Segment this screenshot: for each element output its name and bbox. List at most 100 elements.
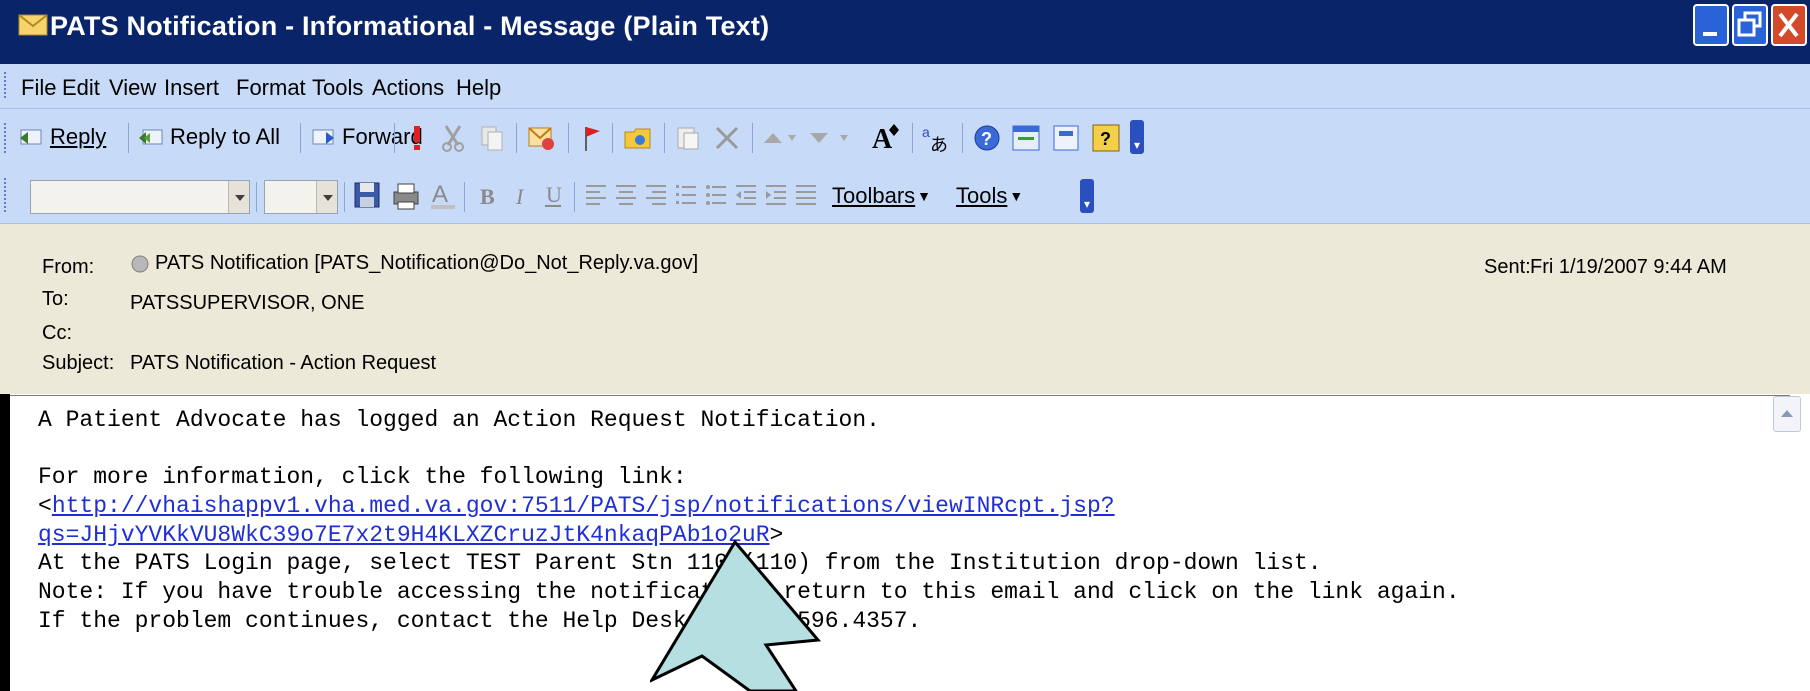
tools-dropdown[interactable]: Tools ▼ xyxy=(956,180,1023,212)
horizontal-line-icon[interactable] xyxy=(794,182,820,210)
delete-icon[interactable] xyxy=(712,123,742,153)
properties-icon[interactable] xyxy=(1010,121,1044,155)
chevron-down-icon[interactable] xyxy=(228,181,249,213)
move-to-folder-icon[interactable] xyxy=(622,122,654,154)
bold-icon[interactable]: B xyxy=(474,180,500,212)
to-label: To: xyxy=(42,288,69,310)
reply-button[interactable]: Reply xyxy=(18,121,106,153)
menu-help[interactable]: Help xyxy=(456,75,501,101)
presence-icon xyxy=(131,255,149,273)
numbered-list-icon[interactable] xyxy=(674,182,700,210)
reply-all-button[interactable]: Reply to All xyxy=(138,121,280,153)
standard-toolbar: Reply Reply to All Forward A aあ ? ? ▾ xyxy=(0,109,1810,168)
separator xyxy=(128,123,129,153)
previous-item-icon[interactable] xyxy=(760,125,800,151)
scroll-up-button[interactable] xyxy=(1773,396,1801,432)
create-rule-icon[interactable] xyxy=(674,123,702,153)
follow-up-flag-icon[interactable] xyxy=(578,123,604,153)
italic-icon[interactable]: I xyxy=(508,180,534,212)
close-button[interactable] xyxy=(1771,4,1807,46)
from-value[interactable]: PATS Notification [PATS_Notification@Do_… xyxy=(155,252,698,275)
svg-text:A: A xyxy=(872,124,893,154)
message-window: PATS Notification - Informational - Mess… xyxy=(0,0,1810,691)
menu-edit[interactable]: Edit xyxy=(62,75,100,101)
message-header: From: PATS Notification [PATS_Notificati… xyxy=(0,224,1810,394)
menu-file[interactable]: File xyxy=(21,75,56,101)
toolbar-options-chevron[interactable]: ▾ xyxy=(1080,179,1094,213)
sent-value: Fri 1/19/2007 9:44 AM xyxy=(1530,256,1727,278)
chevron-down-icon[interactable] xyxy=(316,181,337,213)
svg-text:A: A xyxy=(432,181,448,208)
title-bar: PATS Notification - Informational - Mess… xyxy=(0,0,1810,64)
message-body[interactable]: A Patient Advocate has logged an Action … xyxy=(10,395,1790,691)
underline-icon[interactable]: U xyxy=(540,180,566,212)
font-size-icon[interactable]: A xyxy=(870,120,906,154)
toolbar-grip[interactable] xyxy=(4,123,10,153)
help-icon[interactable]: ? xyxy=(972,122,1004,154)
subject-value: PATS Notification - Action Request xyxy=(130,352,437,374)
sent-label: Sent: xyxy=(1484,256,1531,278)
mail-flag-icon[interactable] xyxy=(526,122,556,154)
print-icon[interactable] xyxy=(390,180,422,212)
office-assistant-icon[interactable]: ? xyxy=(1090,121,1124,155)
svg-text:あ: あ xyxy=(930,135,948,155)
separator xyxy=(962,123,963,153)
menu-view[interactable]: View xyxy=(109,75,156,101)
caret-down-icon: ▼ xyxy=(917,188,932,204)
decrease-indent-icon[interactable] xyxy=(734,182,760,210)
restore-button[interactable] xyxy=(1732,4,1768,46)
svg-text:?: ? xyxy=(981,129,992,149)
menu-insert[interactable]: Insert xyxy=(164,75,219,101)
copy-icon[interactable] xyxy=(478,123,506,153)
from-label: From: xyxy=(42,256,95,278)
separator xyxy=(516,123,517,153)
window-title: PATS Notification - Informational - Mess… xyxy=(50,11,770,41)
align-right-icon[interactable] xyxy=(644,182,670,210)
increase-indent-icon[interactable] xyxy=(764,182,790,210)
save-icon[interactable] xyxy=(352,180,382,212)
importance-icon[interactable] xyxy=(404,123,430,153)
minimize-button[interactable] xyxy=(1693,4,1729,46)
bullet-list-icon[interactable] xyxy=(704,182,730,210)
close-icon xyxy=(1778,12,1799,38)
svg-text:a: a xyxy=(922,124,930,140)
formatting-toolbar: A B I U Toolbars ▼ Tools ▼ ▾ xyxy=(0,168,1810,224)
align-left-icon[interactable] xyxy=(584,182,610,210)
envelope-icon xyxy=(18,14,48,36)
body-line: A Patient Advocate has logged an Action … xyxy=(38,407,880,433)
cc-label: Cc: xyxy=(42,322,72,344)
reply-icon xyxy=(20,129,42,145)
menu-format[interactable]: Format xyxy=(236,75,306,101)
toolbar-options-chevron[interactable]: ▾ xyxy=(1130,120,1144,154)
next-item-icon[interactable] xyxy=(806,125,858,151)
notification-link[interactable]: http://vhaishappv1.vha.med.va.gov:7511/P… xyxy=(52,493,1115,519)
minimize-icon xyxy=(1703,32,1717,36)
menu-tools[interactable]: Tools xyxy=(312,75,363,101)
separator xyxy=(664,123,665,153)
font-combo[interactable] xyxy=(264,180,338,214)
restore-icon xyxy=(1737,11,1762,37)
menu-actions[interactable]: Actions xyxy=(372,75,444,101)
svg-text:I: I xyxy=(515,184,525,209)
separator xyxy=(612,123,613,153)
window-border xyxy=(0,394,10,691)
menu-bar: File Edit View Insert Format Tools Actio… xyxy=(0,64,1810,109)
font-color-icon[interactable]: A xyxy=(428,178,458,212)
toolbars-dropdown[interactable]: Toolbars ▼ xyxy=(832,180,931,212)
cut-icon[interactable] xyxy=(440,123,468,153)
callout-arrow-icon xyxy=(650,540,821,691)
style-combo[interactable] xyxy=(30,180,250,214)
menu-grip[interactable] xyxy=(4,72,10,98)
forward-icon xyxy=(312,129,334,145)
separator xyxy=(256,182,257,212)
toolbar-grip[interactable] xyxy=(4,178,10,212)
options-icon[interactable] xyxy=(1050,121,1082,155)
align-center-icon[interactable] xyxy=(614,182,640,210)
to-value[interactable]: PATSSUPERVISOR, ONE xyxy=(130,292,365,315)
separator xyxy=(912,123,913,153)
encoding-icon[interactable]: aあ xyxy=(920,121,954,155)
body-link-line: <http://vhaishappv1.vha.med.va.gov:7511/… xyxy=(38,493,1115,519)
subject-label: Subject: xyxy=(42,352,115,374)
reply-label: Reply xyxy=(50,124,107,149)
svg-text:B: B xyxy=(480,184,495,209)
